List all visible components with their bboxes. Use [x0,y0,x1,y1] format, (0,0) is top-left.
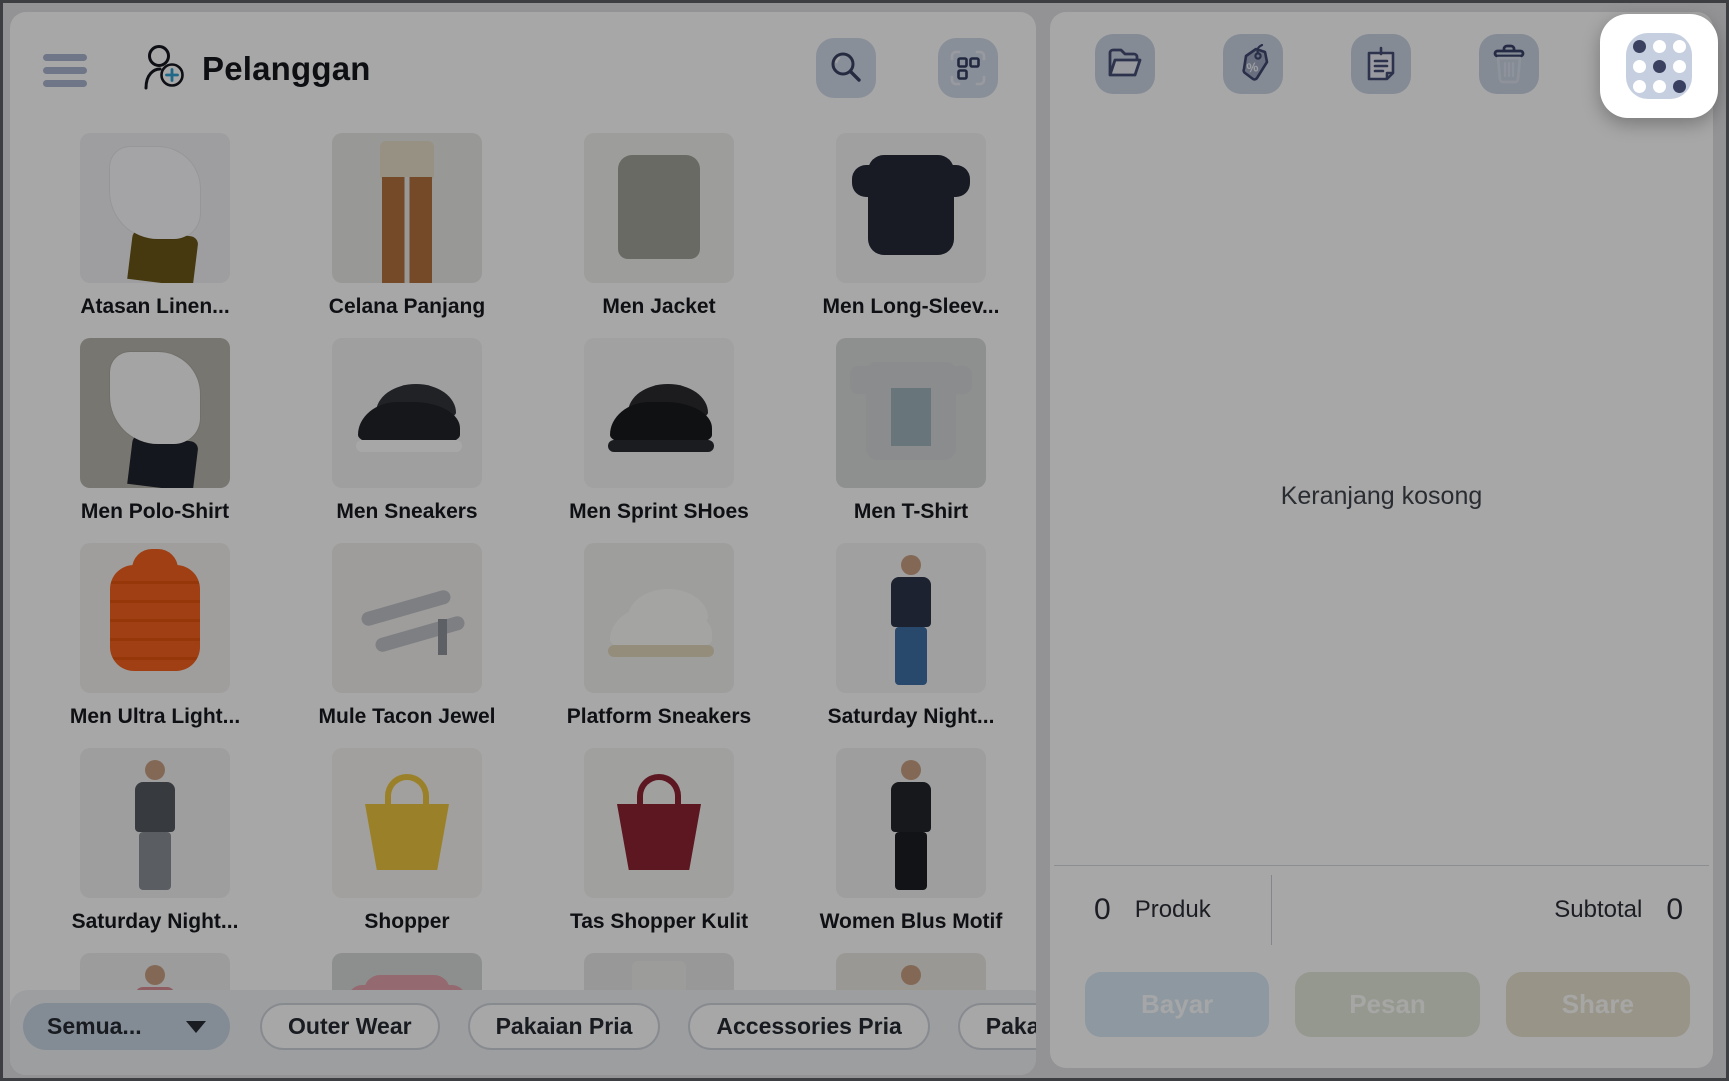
tutorial-dim-overlay [0,0,1729,1081]
pos-screen: Pelanggan Atasan Linen...Celana PanjangM… [0,0,1729,1081]
dots-menu-button[interactable] [1600,14,1718,118]
dots-menu-icon [1626,33,1692,99]
